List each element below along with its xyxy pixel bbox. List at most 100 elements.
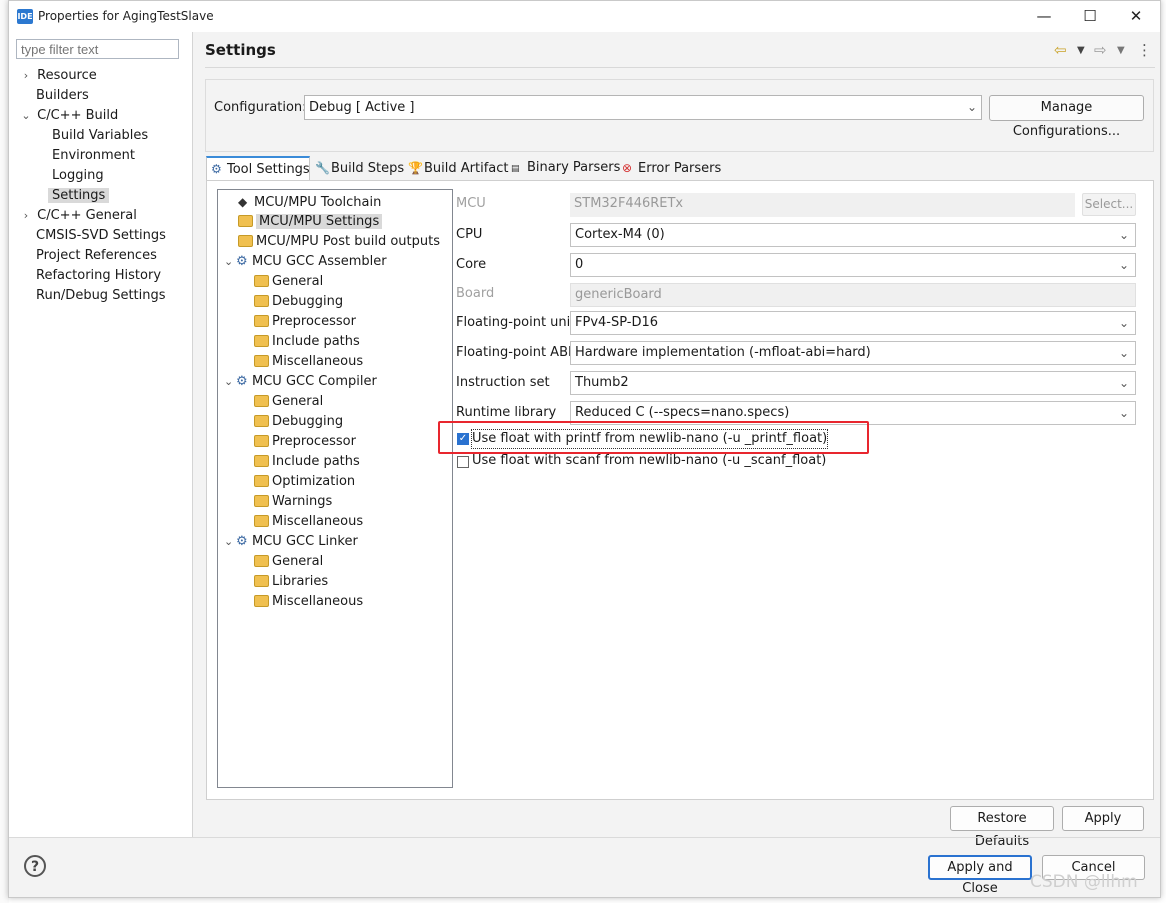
tree-item-cc-optimization[interactable]: Optimization [254, 472, 355, 492]
folder-icon [254, 515, 269, 527]
chevron-down-icon: ⌄ [1118, 406, 1129, 420]
tree-item-mcu-settings[interactable]: MCU/MPU Settings [234, 212, 383, 232]
tree-item-asm-miscellaneous[interactable]: Miscellaneous [254, 352, 363, 372]
runtime-library-label: Runtime library [456, 405, 557, 420]
mcu-field: STM32F446RETx [570, 193, 1075, 217]
sidebar-item-resource[interactable]: › Resource [19, 66, 97, 86]
gear-icon: ⚙ [236, 534, 248, 549]
float-abi-select[interactable]: Hardware implementation (-mfloat-abi=har… [570, 341, 1136, 365]
tree-item-asm-general[interactable]: General [254, 272, 323, 292]
instruction-set-select[interactable]: Thumb2 ⌄ [570, 371, 1136, 395]
forward-arrow-icon[interactable]: ⇨ [1094, 41, 1107, 59]
sidebar-item-run-debug[interactable]: Run/Debug Settings [36, 286, 166, 306]
minimize-icon[interactable]: — [1021, 1, 1067, 32]
folder-icon [254, 435, 269, 447]
tree-item-cc-debugging[interactable]: Debugging [254, 412, 343, 432]
core-select[interactable]: 0 ⌄ [570, 253, 1136, 277]
help-icon[interactable]: ? [24, 855, 46, 877]
folder-icon [254, 275, 269, 287]
view-menu-icon[interactable]: ⋮ [1137, 41, 1152, 59]
chevron-down-icon[interactable]: ⌄ [224, 532, 236, 552]
tree-item-linker[interactable]: ⌄ ⚙ MCU GCC Linker [224, 532, 358, 552]
instruction-set-label: Instruction set [456, 375, 550, 390]
chevron-down-icon[interactable]: ⌄ [19, 106, 33, 126]
chevron-down-icon[interactable]: ⌄ [224, 252, 236, 272]
close-icon[interactable]: ✕ [1113, 1, 1159, 32]
tab-build-steps[interactable]: 🔧Build Steps [311, 157, 404, 180]
folder-icon [254, 555, 269, 567]
folder-icon [254, 395, 269, 407]
apply-and-close-button[interactable]: Apply and Close [928, 855, 1032, 896]
tree-item-toolchain[interactable]: ◆ MCU/MPU Toolchain [238, 192, 381, 212]
core-label: Core [456, 257, 487, 272]
tree-item-ld-libraries[interactable]: Libraries [254, 572, 328, 592]
sidebar-item-build-variables[interactable]: Build Variables [52, 126, 148, 146]
sidebar-item-cpp-general[interactable]: › C/C++ General [19, 206, 137, 226]
board-label: Board [456, 286, 495, 301]
sidebar-item-cpp-build[interactable]: ⌄ C/C++ Build [19, 106, 118, 126]
sidebar: › Resource Builders ⌄ C/C++ Build Build … [9, 32, 193, 837]
tab-binary-parsers[interactable]: ▤ Binary Parsers [507, 157, 620, 180]
restore-defaults-button[interactable]: Restore Defaults [950, 806, 1054, 849]
maximize-icon[interactable]: ☐ [1067, 1, 1113, 32]
footer-divider [9, 837, 1160, 838]
tab-error-parsers[interactable]: ⊗ Error Parsers [618, 157, 722, 180]
tree-item-cc-preprocessor[interactable]: Preprocessor [254, 432, 356, 452]
scanf-float-checkbox[interactable] [457, 456, 469, 468]
folder-icon [238, 235, 253, 247]
mcu-label: MCU [456, 196, 486, 211]
chevron-down-icon: ⌄ [1118, 376, 1129, 390]
header-divider [205, 67, 1155, 68]
watermark: CSDN @llhm [1030, 872, 1138, 892]
tree-item-cc-include-paths[interactable]: Include paths [254, 452, 360, 472]
window-title: Properties for AgingTestSlave [38, 9, 214, 23]
folder-icon [254, 595, 269, 607]
wrench-icon: 🔧 [315, 161, 330, 175]
manage-configurations-button[interactable]: Manage Configurations... [989, 95, 1144, 139]
scanf-float-label[interactable]: Use float with scanf from newlib-nano (-… [472, 452, 826, 470]
folder-icon [254, 415, 269, 427]
tree-item-asm-preprocessor[interactable]: Preprocessor [254, 312, 356, 332]
properties-dialog: IDE Properties for AgingTestSlave — ☐ ✕ … [8, 0, 1161, 898]
back-dropdown-icon[interactable]: ▼ [1077, 45, 1085, 56]
apply-button[interactable]: Apply [1062, 806, 1144, 831]
gear-icon: ⚙ [236, 374, 248, 389]
chevron-right-icon[interactable]: › [19, 206, 33, 226]
tree-item-cc-miscellaneous[interactable]: Miscellaneous [254, 512, 363, 532]
tree-item-assembler[interactable]: ⌄ ⚙ MCU GCC Assembler [224, 252, 387, 272]
tree-item-cc-warnings[interactable]: Warnings [254, 492, 332, 512]
chip-icon: ◆ [238, 195, 248, 209]
tree-item-compiler[interactable]: ⌄ ⚙ MCU GCC Compiler [224, 372, 377, 392]
chevron-right-icon[interactable]: › [19, 66, 33, 86]
cpu-select[interactable]: Cortex-M4 (0) ⌄ [570, 223, 1136, 247]
forward-dropdown-icon[interactable]: ▼ [1117, 45, 1125, 56]
tree-item-asm-include-paths[interactable]: Include paths [254, 332, 360, 352]
gear-icon: ⚙ [211, 162, 222, 176]
sidebar-item-refactoring-history[interactable]: Refactoring History [36, 266, 161, 286]
tab-tool-settings[interactable]: ⚙ Tool Settings [206, 156, 310, 181]
chevron-down-icon: ⌄ [1118, 346, 1129, 360]
folder-icon [254, 495, 269, 507]
chevron-down-icon[interactable]: ⌄ [224, 372, 236, 392]
tab-build-artifact[interactable]: 🏆Build Artifact [404, 157, 509, 180]
fpu-select[interactable]: FPv4-SP-D16 ⌄ [570, 311, 1136, 335]
back-arrow-icon[interactable]: ⇦ [1054, 41, 1067, 59]
sidebar-item-builders[interactable]: Builders [36, 86, 89, 106]
folder-icon [254, 295, 269, 307]
sidebar-item-logging[interactable]: Logging [52, 166, 104, 186]
configuration-label: Configuration: [214, 100, 307, 115]
tree-item-post-build[interactable]: MCU/MPU Post build outputs [238, 232, 440, 252]
sidebar-item-environment[interactable]: Environment [52, 146, 135, 166]
cpu-label: CPU [456, 227, 483, 242]
trophy-icon: 🏆 [408, 161, 423, 175]
tree-item-cc-general[interactable]: General [254, 392, 323, 412]
configuration-select[interactable]: Debug [ Active ] ⌄ [304, 95, 982, 120]
tree-item-ld-general[interactable]: General [254, 552, 323, 572]
tree-item-ld-miscellaneous[interactable]: Miscellaneous [254, 592, 363, 612]
filter-input[interactable] [16, 39, 179, 59]
sidebar-item-settings[interactable]: Settings [48, 186, 110, 206]
sidebar-item-project-references[interactable]: Project References [36, 246, 157, 266]
tree-item-asm-debugging[interactable]: Debugging [254, 292, 343, 312]
sidebar-item-cmsis-svd[interactable]: CMSIS-SVD Settings [36, 226, 166, 246]
board-field: genericBoard [570, 283, 1136, 307]
